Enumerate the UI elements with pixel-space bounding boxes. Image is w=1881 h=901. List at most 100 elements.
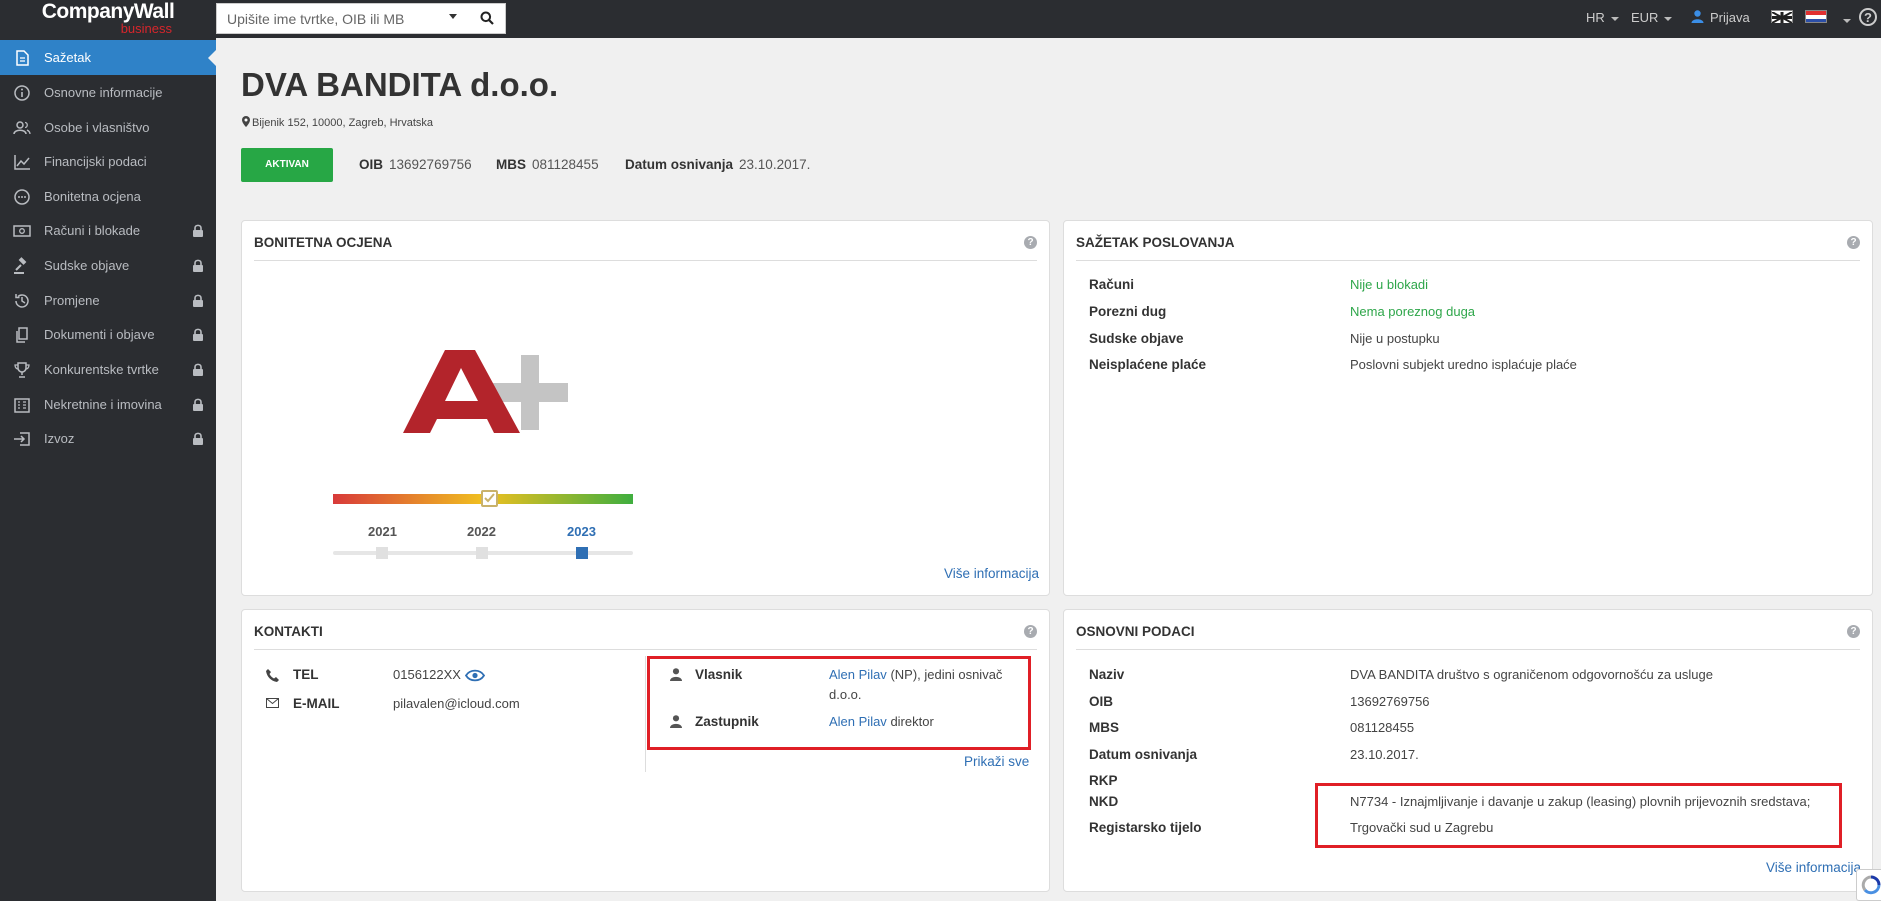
- search-icon: [480, 11, 494, 25]
- help-icon[interactable]: ?: [1024, 625, 1037, 638]
- card-title: BONITETNA OCJENA: [254, 235, 393, 250]
- top-bar: CompanyWall business HR EUR Prijava: [0, 0, 1881, 38]
- tel-label: TEL: [293, 667, 319, 682]
- sidebar-item-label: Sudske objave: [44, 258, 130, 273]
- sidebar-item-osobe-i-vlasnistvo[interactable]: Osobe i vlasništvo: [0, 110, 216, 145]
- help-icon[interactable]: ?: [1847, 625, 1860, 638]
- basic-label: RKP: [1089, 773, 1118, 788]
- phone-icon: [266, 669, 279, 682]
- logo-subtext: business: [120, 21, 172, 36]
- map-pin-icon: [242, 116, 250, 127]
- check-icon: [483, 493, 495, 503]
- basic-label: Naziv: [1089, 667, 1125, 682]
- summary-value: Nema poreznog duga: [1350, 304, 1476, 319]
- year-slider-stop[interactable]: [376, 547, 388, 559]
- login-link[interactable]: Prijava: [1691, 0, 1750, 38]
- sidebar-item-label: Osnovne informacije: [44, 85, 163, 100]
- highlight-box: [1315, 783, 1842, 848]
- eye-icon[interactable]: [465, 669, 485, 682]
- email-value[interactable]: pilavalen@icloud.com: [393, 696, 520, 711]
- history-icon: [15, 294, 29, 308]
- sidebar-item-izvoz[interactable]: Izvoz: [0, 421, 216, 456]
- year-2021[interactable]: 2021: [368, 524, 397, 539]
- sidebar-item-promjene[interactable]: Promjene: [0, 283, 216, 318]
- mbs-field: MBS 081128455: [496, 157, 599, 172]
- flag-dropdown[interactable]: [1837, 12, 1851, 27]
- summary-value: Poslovni subjekt uredno isplaćuje plaće: [1350, 357, 1577, 372]
- year-slider-handle[interactable]: [576, 547, 588, 559]
- language-select[interactable]: HR: [1586, 0, 1619, 38]
- rating-more-link[interactable]: Više informacija: [944, 566, 1039, 581]
- basic-value: 13692769756: [1350, 694, 1430, 709]
- lock-icon: [193, 328, 203, 341]
- currency-select[interactable]: EUR: [1631, 0, 1673, 38]
- founded-label: Datum osnivanja: [625, 157, 734, 172]
- recaptcha-badge: [1856, 869, 1881, 901]
- flag-uk-icon[interactable]: [1771, 10, 1793, 24]
- search-box: [216, 3, 506, 34]
- status-badge: AKTIVAN: [241, 148, 333, 182]
- basic-more-link[interactable]: Više informacija: [1766, 860, 1861, 875]
- summary-value: Nije u postupku: [1350, 331, 1440, 346]
- contacts-divider: [645, 656, 646, 772]
- divider: [254, 649, 1037, 650]
- help-icon[interactable]: ?: [1847, 236, 1860, 249]
- sidebar-item-nekretnine-i-imovina[interactable]: Nekretnine i imovina: [0, 387, 216, 422]
- sidebar-item-label: Konkurentske tvrtke: [44, 362, 159, 377]
- grade-plus-horizontal: [492, 383, 568, 402]
- summary-label: Računi: [1089, 277, 1135, 292]
- help-icon[interactable]: ?: [1024, 236, 1037, 249]
- sidebar-item-financijski-podaci[interactable]: Financijski podaci: [0, 144, 216, 179]
- sidebar-item-racuni-i-blokade[interactable]: Računi i blokade: [0, 213, 216, 248]
- sidebar-item-label: Osobe i vlasništvo: [44, 120, 150, 135]
- highlight-box: [647, 656, 1031, 750]
- logo[interactable]: CompanyWall business: [0, 0, 216, 38]
- login-label: Prijava: [1710, 10, 1750, 25]
- divider: [254, 260, 1037, 261]
- flag-uk-graphic: [1771, 11, 1793, 24]
- summary-label: Neisplaćene plaće: [1089, 357, 1207, 372]
- sidebar-item-bonitetna-ocjena[interactable]: Bonitetna ocjena: [0, 179, 216, 214]
- search-type-dropdown-icon[interactable]: [449, 14, 457, 19]
- divider: [1076, 649, 1860, 650]
- chevron-down-icon: [1610, 16, 1619, 21]
- money-icon: [13, 225, 31, 237]
- page-title: DVA BANDITA d.o.o.: [241, 66, 559, 103]
- company-address: Bijenik 152, 10000, Zagreb, Hrvatska: [242, 116, 433, 129]
- search-button[interactable]: [472, 5, 500, 31]
- users-icon: [13, 121, 31, 135]
- sidebar-item-osnovne-informacije[interactable]: Osnovne informacije: [0, 75, 216, 110]
- basic-label: OIB: [1089, 694, 1114, 709]
- summary-value: Nije u blokadi: [1350, 277, 1429, 292]
- help-button[interactable]: ?: [1859, 8, 1877, 26]
- search-input[interactable]: [217, 4, 447, 33]
- sidebar-item-sudske-objave[interactable]: Sudske objave: [0, 248, 216, 283]
- address-text: Bijenik 152, 10000, Zagreb, Hrvatska: [252, 117, 433, 129]
- card-title: SAŽETAK POSLOVANJA: [1076, 235, 1235, 250]
- currency-label: EUR: [1631, 10, 1659, 25]
- sidebar-item-konkurentske-tvrtke[interactable]: Konkurentske tvrtke: [0, 352, 216, 387]
- flag-stripe-blue: [1806, 19, 1826, 22]
- lock-icon: [193, 294, 203, 307]
- year-2023[interactable]: 2023: [567, 524, 596, 539]
- lock-icon: [193, 224, 203, 237]
- year-slider-stop[interactable]: [476, 547, 488, 559]
- flag-hr-icon[interactable]: [1805, 10, 1827, 23]
- sidebar-item-label: Računi i blokade: [44, 223, 141, 238]
- rating-dots-icon: [14, 189, 30, 205]
- document-icon: [16, 50, 29, 66]
- tel-value: 0156122XX: [393, 667, 461, 682]
- show-all-link[interactable]: Prikaži sve: [964, 754, 1029, 769]
- building-icon: [14, 398, 30, 413]
- sidebar-item-sazetak[interactable]: Sažetak: [0, 40, 216, 75]
- rating-card: BONITETNA OCJENA ?: [241, 220, 1050, 596]
- basic-label: MBS: [1089, 720, 1119, 735]
- oib-field: OIB 13692769756: [359, 157, 472, 172]
- line-chart-icon: [14, 155, 30, 170]
- founded-field: Datum osnivanja 23.10.2017.: [625, 157, 810, 172]
- sidebar-item-label: Bonitetna ocjena: [44, 189, 141, 204]
- envelope-icon: [266, 698, 279, 708]
- sidebar-item-label: Promjene: [44, 293, 100, 308]
- year-2022[interactable]: 2022: [467, 524, 496, 539]
- sidebar-item-dokumenti-i-objave[interactable]: Dokumenti i objave: [0, 317, 216, 352]
